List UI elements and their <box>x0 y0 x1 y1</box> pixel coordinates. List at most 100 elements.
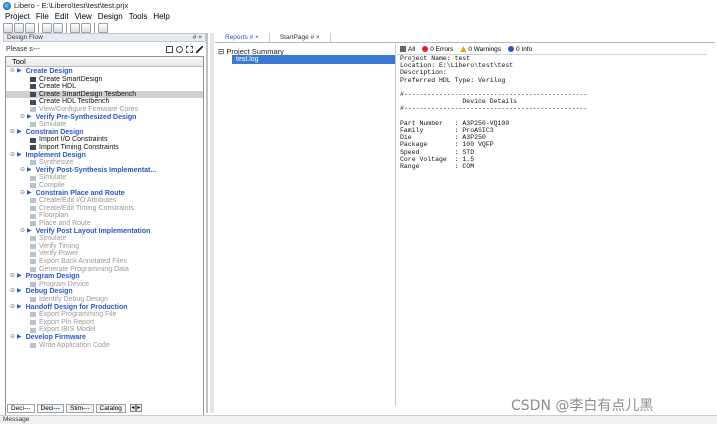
tree-row[interactable]: Generate Programming Data <box>6 266 203 274</box>
tree-row[interactable]: ⊖ ▶ Handoff Design for Production <box>6 304 203 312</box>
report-icon[interactable] <box>186 45 193 53</box>
tab-scroll-right-icon[interactable]: ▸ <box>135 404 142 412</box>
csdn-watermark: CSDN @李白有点儿黑 <box>511 398 654 414</box>
wand-icon[interactable] <box>196 45 203 53</box>
tree-row[interactable]: Create/Edit Timing Constraints <box>6 205 203 213</box>
tool-icon <box>30 259 36 265</box>
tree-row[interactable]: Create HDL <box>6 83 203 91</box>
filter-warnings[interactable]: 0 Warnings <box>460 46 501 53</box>
tree-row[interactable]: Create SmartDesign <box>6 75 203 84</box>
tree-row[interactable]: ⊖ ▶ Implement Design <box>6 152 203 160</box>
collapse-icon[interactable]: ⊖ <box>10 273 15 281</box>
tree-row[interactable]: ⊖ ▶ Debug Design <box>6 288 203 296</box>
tree-row[interactable]: ⊖ ▶ Constrain Design <box>6 128 203 137</box>
tree-row[interactable]: Verify Power <box>6 250 203 258</box>
report-tree-pane: ⊟ Project Summary test.log <box>215 44 396 406</box>
tree-row[interactable]: Place and Route <box>6 220 203 228</box>
tree-row[interactable]: ⊖ ▶ Verify Post-Synthesis Implementat... <box>6 167 203 175</box>
open-icon[interactable] <box>14 23 24 33</box>
view-icon[interactable] <box>70 23 80 33</box>
tree-row-label: Verify Post Layout Implementation <box>35 227 151 235</box>
tree-row[interactable]: ⊖ ▶ Program Design <box>6 273 203 281</box>
filter-errors[interactable]: 0 Errors <box>422 46 453 53</box>
menu-help[interactable]: Help <box>153 12 169 21</box>
tree-row[interactable]: Export Back Annotated Files <box>6 258 203 266</box>
tree-row[interactable]: Create SmartDesign Testbench <box>6 90 203 99</box>
tree-row[interactable]: ⊖ ▶ Verify Post Layout Implementation <box>6 227 203 236</box>
menu-file[interactable]: File <box>36 12 49 21</box>
panel-splitter[interactable] <box>206 33 208 413</box>
tree-row[interactable]: Floorplan <box>6 212 203 220</box>
tree-row[interactable]: Synthesize <box>6 159 203 167</box>
panel-float-close-controls[interactable]: # × <box>193 34 202 41</box>
tree-row[interactable]: ⊖ ▶ Develop Firmware <box>6 334 203 342</box>
tree-row-label: Create SmartDesign <box>39 75 103 83</box>
tree-row-label: Create HDL Testbench <box>39 98 110 106</box>
collapse-icon[interactable]: ⊖ <box>10 334 15 342</box>
tree-row[interactable]: ⊖ ▶ Create Design <box>6 68 203 76</box>
export-icon[interactable] <box>81 23 91 33</box>
tree-row[interactable]: Import I/O Constraints <box>6 136 203 144</box>
collapse-icon[interactable]: ⊖ <box>10 68 15 76</box>
collapse-icon[interactable]: ⊖ <box>20 167 25 175</box>
tree-row[interactable]: Write Application Code <box>6 342 203 350</box>
menu-tools[interactable]: Tools <box>129 12 148 21</box>
tree-row[interactable]: Verify Timing <box>6 243 203 251</box>
tree-row[interactable]: Identify Debug Design <box>6 296 203 304</box>
tree-row[interactable]: Export Pin Report <box>6 319 203 327</box>
filter-info[interactable]: 0 Info <box>508 46 532 53</box>
tree-row[interactable]: Import Timing Constraints <box>6 144 203 152</box>
menu-view[interactable]: View <box>75 12 92 21</box>
log-line: Family : ProASIC3 <box>400 127 494 135</box>
tree-row[interactable]: ⊖ ▶ Constrain Place and Route <box>6 190 203 198</box>
tab-design-flow[interactable]: Deci--- <box>7 403 35 413</box>
tree-row[interactable]: Simulate <box>6 174 203 182</box>
menu-project[interactable]: Project <box>5 12 30 21</box>
menu-edit[interactable]: Edit <box>55 12 69 21</box>
tree-row-label: Create/Edit I/O Attributes <box>39 197 117 205</box>
collapse-icon[interactable]: ⊖ <box>10 152 15 160</box>
save-icon[interactable] <box>25 23 35 33</box>
refresh-icon[interactable] <box>176 45 183 53</box>
tab-reports[interactable]: Reports # × <box>215 32 270 43</box>
tool-icon <box>30 175 36 181</box>
collapse-icon[interactable]: ⊖ <box>10 129 15 137</box>
test-log-node[interactable]: test.log <box>232 55 395 64</box>
tool-icon <box>30 221 36 227</box>
error-icon <box>422 46 429 52</box>
tree-row[interactable]: Simulate <box>6 121 203 129</box>
collapse-icon[interactable]: ⊖ <box>20 190 25 198</box>
tab-design-hierarchy[interactable]: Deci--- <box>36 403 64 413</box>
tree-row-label: Place and Route <box>39 220 91 227</box>
filter-all-label: All <box>408 45 416 53</box>
redo-icon[interactable] <box>53 23 63 33</box>
tree-row-label: Program Device <box>39 280 90 288</box>
new-icon[interactable] <box>3 23 13 33</box>
vertical-scrollbar[interactable] <box>210 33 214 413</box>
collapse-icon[interactable]: ⊖ <box>20 114 25 122</box>
expand-icon[interactable] <box>166 45 173 53</box>
tree-row[interactable]: View/Configure Firmware Cores <box>6 106 203 114</box>
tab-catalog[interactable]: Catalog <box>95 403 126 413</box>
tab-startpage[interactable]: StartPage # × <box>270 32 331 43</box>
tree-row[interactable]: Export Programming File <box>6 311 203 319</box>
filter-all[interactable]: All <box>400 46 415 53</box>
tree-row[interactable]: Create HDL Testbench <box>6 98 203 106</box>
menu-design[interactable]: Design <box>98 12 123 21</box>
undo-icon[interactable] <box>42 23 52 33</box>
tree-row[interactable]: Compile <box>6 182 203 190</box>
collapse-icon[interactable]: ⊖ <box>10 288 15 296</box>
collapse-icon[interactable]: ⊖ <box>10 304 15 312</box>
tree-row[interactable]: Program Device <box>6 280 203 289</box>
tree-row[interactable]: Create/Edit I/O Attributes <box>6 197 203 205</box>
edit-icon[interactable] <box>98 23 108 33</box>
tree-row[interactable]: ⊖ ▶ Verify Pre-Synthesized Design <box>6 114 203 122</box>
tree-row-label: Import Timing Constraints <box>39 144 119 151</box>
step-arrow-icon: ▶ <box>17 128 22 135</box>
tab-stimulus-hierarchy[interactable]: Stim--- <box>66 403 94 413</box>
tree-row[interactable]: Simulate <box>6 235 203 243</box>
log-line: Description: <box>400 69 447 77</box>
tree-row[interactable]: Export IBIS Model <box>6 326 203 334</box>
collapse-icon[interactable]: ⊖ <box>20 228 25 236</box>
